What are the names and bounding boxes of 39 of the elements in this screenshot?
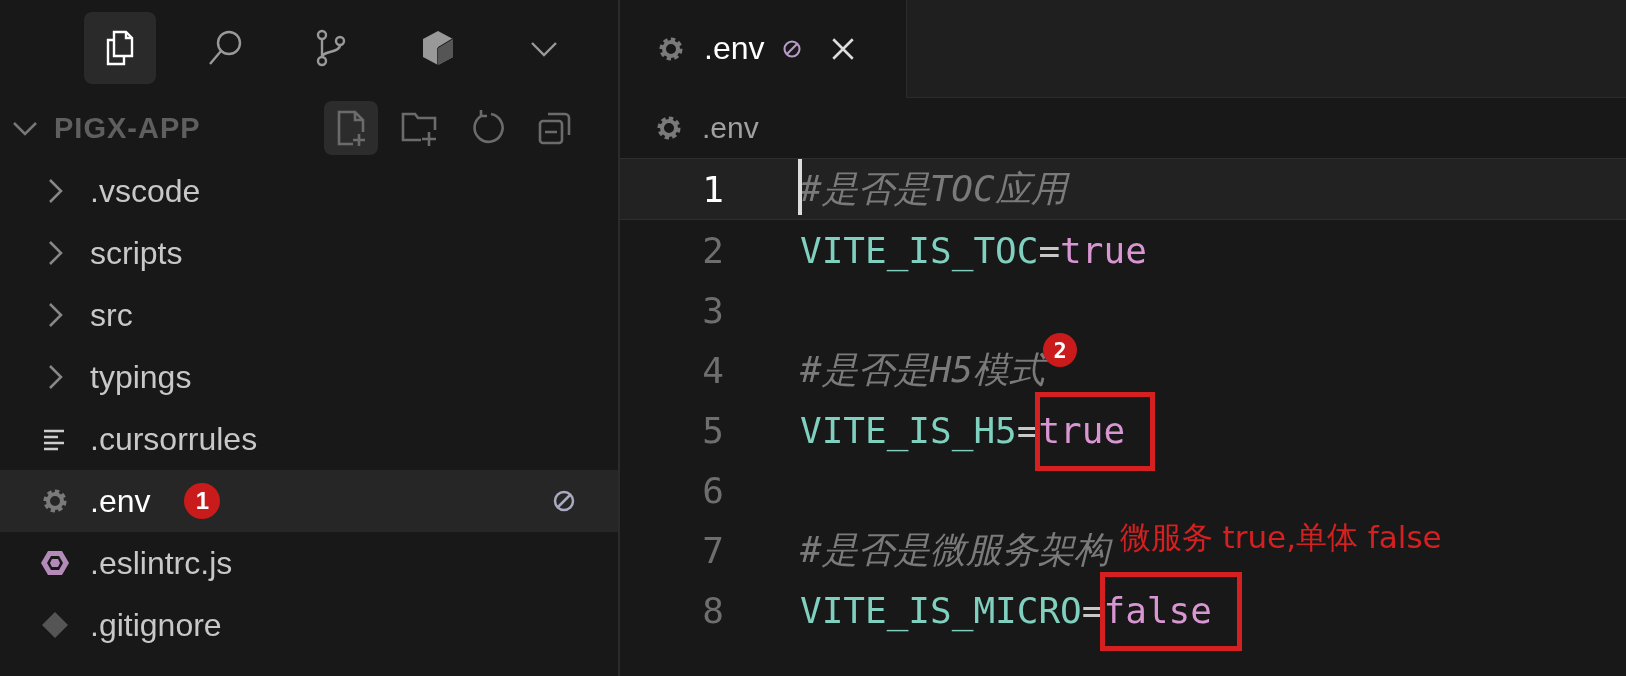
line-number: 2	[701, 229, 724, 271]
file-tree-item[interactable]: .cursorrules	[0, 408, 618, 470]
annotation-badge: 1	[184, 483, 221, 519]
line-number: 8	[701, 589, 724, 631]
file-tree-item[interactable]: .vscode	[0, 160, 618, 222]
hexagon-icon	[40, 548, 70, 578]
file-name: .vscode	[90, 172, 201, 210]
file-name: .env	[90, 482, 151, 520]
annotation-note: 微服务 true,单体 false	[1119, 518, 1442, 557]
file-name: typings	[90, 358, 192, 396]
line-number: 4	[701, 349, 724, 391]
file-name: .gitignore	[90, 606, 222, 644]
line-number: 3	[701, 289, 724, 331]
file-name: .cursorrules	[90, 420, 258, 458]
code-value: false	[1103, 589, 1212, 631]
code-value: true	[1060, 229, 1147, 271]
code-key: VITE_IS_H5	[800, 409, 1017, 451]
line-number: 7	[701, 529, 724, 571]
line-number: 1	[701, 168, 724, 210]
new-file-icon[interactable]	[324, 101, 378, 155]
file-name: .eslintrc.js	[90, 544, 233, 582]
file-tree-item[interactable]: .gitignore	[0, 594, 618, 656]
file-tree-item[interactable]: src	[0, 284, 618, 346]
file-tree-item[interactable]: .env 1	[0, 470, 618, 532]
explorer-icon[interactable]	[84, 12, 156, 84]
line-number: 6	[701, 469, 724, 511]
code-key: VITE_IS_MICRO	[800, 589, 1082, 631]
explorer-title: PIGX-APP	[54, 111, 201, 145]
code-operator: =	[1038, 229, 1061, 271]
file-tree-item[interactable]: scripts	[0, 222, 618, 284]
file-tree-item[interactable]: typings	[0, 346, 618, 408]
file-tree-item[interactable]: .eslintrc.js	[0, 532, 618, 594]
code-value: true	[1038, 409, 1126, 451]
code-key: VITE_IS_TOC	[800, 229, 1039, 271]
diamond-icon	[40, 610, 70, 640]
file-name: scripts	[90, 234, 183, 272]
line-number: 5	[701, 409, 724, 451]
file-name: src	[90, 296, 133, 334]
breadcrumb[interactable]: .env	[702, 111, 759, 145]
